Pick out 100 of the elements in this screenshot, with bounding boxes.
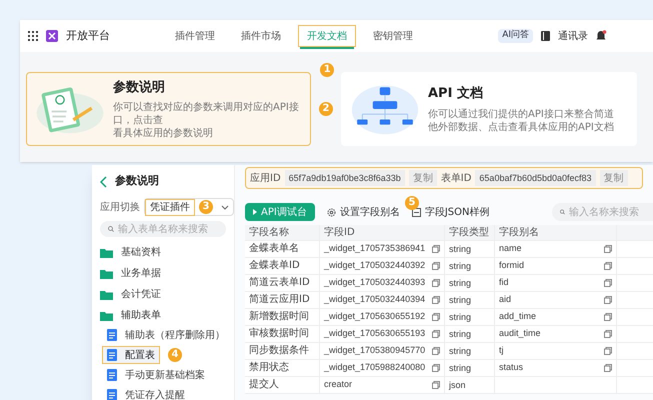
nav-tab[interactable]: 插件管理 bbox=[166, 25, 224, 47]
form-item[interactable]: 辅助表（程序删除用） bbox=[102, 326, 230, 344]
table-cell-text: _widget_1705032440392 bbox=[324, 259, 426, 272]
copy-icon[interactable] bbox=[432, 381, 440, 389]
copy-icon[interactable] bbox=[604, 330, 612, 338]
table-cell: string bbox=[445, 258, 495, 274]
field-search[interactable]: 输入名称来搜索 bbox=[552, 203, 653, 221]
document-icon bbox=[107, 329, 117, 341]
bell-icon[interactable] bbox=[596, 30, 607, 42]
card-title: 参数说明 bbox=[113, 78, 166, 97]
contacts-link[interactable]: 通讯录 bbox=[558, 28, 588, 44]
table-cell: string bbox=[445, 360, 495, 376]
table-cell-text: formid bbox=[499, 259, 524, 272]
table-cell: 禁用状态 bbox=[245, 360, 320, 376]
copy-icon[interactable] bbox=[604, 262, 612, 270]
copy-icon[interactable] bbox=[604, 245, 612, 253]
card-description: 他外部数据、点击查看具体应用的API文档 bbox=[428, 120, 615, 134]
card-description: 你可以查找对应的参数来调用对应的API接口，点击查 bbox=[113, 101, 300, 128]
table-cell-text: creator bbox=[324, 378, 352, 392]
table-cell: 简道云表单ID bbox=[245, 275, 320, 291]
id-value: 65a0baf7b60d5bd0a0fecf83 bbox=[475, 170, 596, 186]
app-select[interactable]: 凭证插件 3 bbox=[144, 198, 234, 216]
form-item[interactable]: 手动更新基础档案 bbox=[102, 366, 210, 384]
column-header: 字段类型 bbox=[445, 225, 495, 240]
doc-card[interactable]: API 文档 你可以通过我们提供的API接口来整合简道 他外部数据、点击查看具体应用的API文档 bbox=[341, 72, 637, 146]
copy-icon[interactable] bbox=[432, 330, 440, 338]
column-header: 字段名称 bbox=[245, 225, 320, 240]
copy-icon[interactable] bbox=[432, 347, 440, 355]
table-cell: 提交人 bbox=[245, 377, 320, 393]
search-field[interactable]: 输入表单名称来搜索 bbox=[100, 221, 226, 237]
table-cell: 同步数据条件 bbox=[245, 343, 320, 359]
copy-icon[interactable] bbox=[432, 245, 440, 253]
table-cell-text: tj bbox=[499, 344, 504, 358]
step-number-badge: 3 bbox=[199, 200, 213, 214]
document-icon bbox=[107, 369, 117, 381]
id-label: 表单ID bbox=[440, 172, 472, 186]
table-cell: 金蝶表单名 bbox=[245, 241, 320, 257]
copy-icon[interactable] bbox=[604, 364, 612, 372]
folder-icon bbox=[100, 268, 113, 278]
folder-item[interactable]: 业务单据 bbox=[92, 264, 234, 283]
table-cell-text: aid bbox=[499, 293, 512, 306]
copy-icon[interactable] bbox=[432, 279, 440, 287]
column-header: 字段ID bbox=[320, 225, 445, 240]
ai-badge[interactable]: AI问答 bbox=[498, 29, 533, 43]
form-item[interactable]: 凭证存入提醒 bbox=[102, 386, 190, 400]
id-value: 65f7a9db19af0be3c8f6a33b bbox=[284, 170, 405, 186]
card-description: 你可以通过我们提供的API接口来整合简道 bbox=[428, 108, 615, 121]
step-number-badge: 5 bbox=[405, 196, 419, 210]
table-cell-text: _widget_1705630655192 bbox=[324, 310, 426, 324]
folder-icon bbox=[100, 248, 113, 258]
table-cell: string bbox=[445, 292, 495, 308]
doc-card[interactable]: 参数说明 你可以查找对应的参数来调用对应的API接口，点击查 看具体应用的参数说明 bbox=[26, 72, 311, 146]
copy-icon[interactable] bbox=[432, 313, 440, 321]
copy-icon[interactable] bbox=[604, 347, 612, 355]
copy-icon[interactable] bbox=[604, 313, 612, 321]
copy-icon[interactable] bbox=[604, 296, 612, 304]
folder-item[interactable]: 基础资料 bbox=[92, 243, 234, 262]
copy-icon[interactable] bbox=[432, 364, 440, 372]
folder-icon bbox=[100, 290, 113, 300]
copy-icon[interactable] bbox=[604, 279, 612, 287]
search-icon bbox=[560, 208, 565, 216]
table-cell-text: _widget_1705988240080 bbox=[324, 361, 426, 374]
table-cell: json bbox=[445, 377, 495, 393]
step-number-badge: 1 bbox=[320, 63, 334, 77]
nav-tab[interactable]: 插件市场 bbox=[232, 25, 290, 47]
table-cell: 新增数据时间 bbox=[245, 309, 320, 325]
table-cell-text: _widget_1705032440394 bbox=[324, 293, 426, 306]
step-number-badge: 4 bbox=[168, 348, 182, 362]
table-cell-text: _widget_1705630655193 bbox=[324, 327, 426, 340]
switch-label: 应用切换 bbox=[100, 200, 140, 215]
table-cell-text: fid bbox=[499, 276, 509, 290]
folder-icon bbox=[100, 310, 113, 320]
folder-item[interactable]: 会计凭证 bbox=[92, 285, 234, 304]
copy-icon[interactable] bbox=[432, 262, 440, 270]
form-item[interactable]: 配置表 bbox=[102, 346, 160, 364]
search-icon bbox=[108, 225, 114, 234]
table-cell-text: _widget_1705735386941 bbox=[324, 242, 426, 256]
table-cell-text: name bbox=[499, 242, 522, 256]
app-title: 开放平台 bbox=[66, 28, 110, 44]
table-cell: string bbox=[445, 326, 495, 342]
field-alias-button[interactable]: 设置字段别名 bbox=[326, 204, 400, 220]
table-cell: string bbox=[445, 309, 495, 325]
table-cell: 审核数据时间 bbox=[245, 326, 320, 342]
code-box-icon bbox=[412, 208, 421, 216]
card-title: API 文档 bbox=[428, 84, 484, 104]
table-cell: string bbox=[445, 343, 495, 359]
folder-item[interactable]: 辅助表单 bbox=[92, 306, 234, 325]
copy-icon[interactable] bbox=[432, 296, 440, 304]
panel-title: 参数说明 bbox=[115, 173, 159, 190]
table-cell: string bbox=[445, 241, 495, 257]
contacts-icon bbox=[541, 31, 550, 41]
table-cell: 简道云应用ID bbox=[245, 292, 320, 308]
nav-tab[interactable]: 密钥管理 bbox=[364, 25, 422, 47]
table-cell-text: _widget_1705032440393 bbox=[324, 276, 426, 290]
play-icon bbox=[253, 209, 257, 215]
id-label: 应用ID bbox=[250, 172, 281, 186]
gear-icon bbox=[326, 208, 336, 216]
back-icon[interactable] bbox=[100, 176, 107, 188]
apps-grid-icon[interactable] bbox=[28, 31, 38, 41]
card-description: 看具体应用的参数说明 bbox=[113, 127, 214, 140]
